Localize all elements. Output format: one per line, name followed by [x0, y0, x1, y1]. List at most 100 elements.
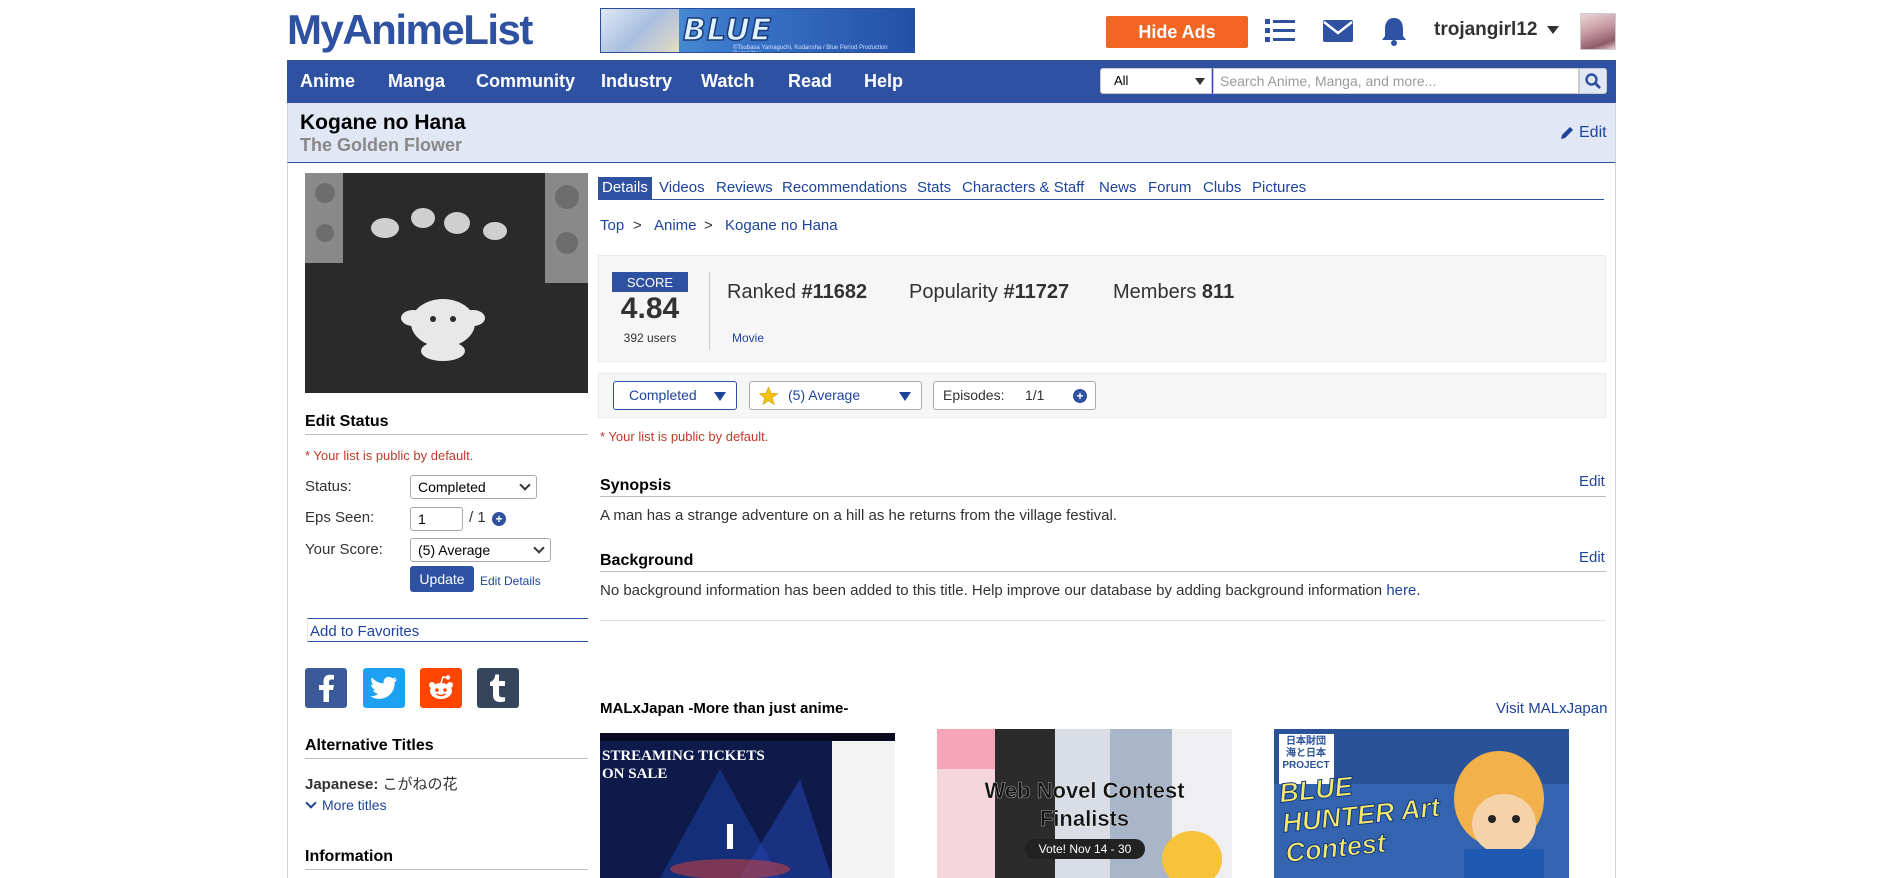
edit-label: Edit — [1579, 124, 1607, 141]
malxjapan-thumb-streaming[interactable]: STREAMING TICKETS ON SALE — [600, 729, 895, 878]
ranked-value: #11682 — [801, 281, 868, 303]
nav-industry[interactable]: Industry — [601, 60, 672, 103]
malxjapan-thumb-web-novel[interactable]: Web Novel Contest Finalists Vote! Nov 14… — [937, 729, 1232, 878]
popularity-value: #11727 — [1003, 281, 1070, 303]
tab-characters-staff[interactable]: Characters & Staff — [962, 177, 1084, 199]
status-select[interactable]: Completed — [410, 475, 537, 499]
breadcrumb-top[interactable]: Top — [600, 217, 624, 234]
japanese-label: Japanese: — [305, 776, 379, 793]
status-dropdown[interactable]: Completed — [613, 381, 737, 410]
more-titles-toggle[interactable]: More titles — [305, 797, 387, 813]
score-value[interactable]: 4.84 — [612, 292, 688, 326]
japanese-title: Japanese: こがねの花 — [305, 773, 458, 794]
page-border-right — [1615, 163, 1616, 878]
tab-stats[interactable]: Stats — [917, 177, 951, 199]
nav-read[interactable]: Read — [788, 60, 832, 103]
facebook-share-icon[interactable] — [305, 668, 347, 708]
divider — [305, 869, 588, 870]
twitter-share-icon[interactable] — [363, 668, 405, 708]
background-heading: Background — [600, 552, 694, 569]
score-dropdown-value: (5) Average — [788, 387, 861, 403]
breadcrumb-separator: > — [633, 217, 642, 234]
edit-title-button[interactable]: Edit — [1560, 124, 1607, 142]
synopsis-edit-link[interactable]: Edit — [1579, 473, 1605, 490]
background-edit-link[interactable]: Edit — [1579, 549, 1605, 566]
chevron-down-icon — [305, 797, 317, 809]
eps-total: / 1 — [469, 509, 486, 526]
visit-malxjapan-link[interactable]: Visit MALxJapan — [1496, 700, 1607, 717]
site-logo[interactable]: MyAnimeList — [287, 7, 533, 53]
public-list-note: * Your list is public by default. — [305, 448, 474, 463]
tab-recommendations[interactable]: Recommendations — [782, 177, 907, 199]
tab-details[interactable]: Details — [598, 177, 652, 199]
tab-reviews[interactable]: Reviews — [716, 177, 773, 199]
edit-details-link[interactable]: Edit Details — [480, 574, 541, 588]
background-text-block: No background information has been added… — [600, 582, 1421, 599]
star-icon — [759, 387, 778, 405]
page-border-left — [287, 163, 288, 878]
tab-clubs[interactable]: Clubs — [1203, 177, 1241, 199]
banner-copyright: ©Tsubasa Yamaguchi, Kodansha / Blue Peri… — [733, 45, 888, 52]
nav-manga[interactable]: Manga — [388, 60, 445, 103]
pencil-icon — [1561, 127, 1573, 139]
reddit-share-icon[interactable] — [420, 668, 462, 708]
bell-icon[interactable] — [1379, 14, 1409, 48]
add-to-favorites-link[interactable]: Add to Favorites — [310, 623, 419, 640]
background-text: No background information has been added… — [600, 582, 1387, 599]
web-novel-thumb-sub: Vote! Nov 14 - 30 — [1025, 839, 1145, 859]
search-button[interactable] — [1579, 68, 1607, 94]
avatar[interactable] — [1580, 13, 1616, 50]
synopsis-text: A man has a strange adventure on a hill … — [600, 507, 1117, 524]
update-button[interactable]: Update — [410, 566, 474, 592]
episodes-control[interactable]: Episodes: 1/1 + — [933, 381, 1096, 410]
tab-forum[interactable]: Forum — [1148, 177, 1191, 199]
search-category-value: All — [1114, 73, 1129, 88]
background-here-link[interactable]: here — [1386, 582, 1416, 599]
breadcrumb-current[interactable]: Kogane no Hana — [725, 217, 838, 234]
your-score-select[interactable]: (5) Average — [410, 538, 551, 562]
search-input[interactable]: Search Anime, Manga, and more... — [1213, 68, 1579, 94]
user-menu[interactable]: trojangirl12 — [1434, 19, 1559, 41]
tab-videos[interactable]: Videos — [659, 177, 705, 199]
background-text-end: . — [1416, 582, 1421, 599]
edit-status-heading: Edit Status — [305, 413, 389, 430]
media-type-link[interactable]: Movie — [732, 331, 764, 345]
list-icon[interactable] — [1263, 14, 1297, 48]
dropdown-arrow-icon — [1195, 78, 1205, 85]
members-label: Members — [1113, 281, 1197, 303]
hide-ads-button[interactable]: Hide Ads — [1106, 16, 1248, 48]
popularity-label: Popularity — [909, 281, 998, 303]
nav-help[interactable]: Help — [864, 60, 903, 103]
stats-box — [598, 255, 1606, 362]
breadcrumb-anime[interactable]: Anime — [654, 217, 697, 234]
divider — [600, 571, 1606, 572]
tumblr-share-icon[interactable] — [477, 668, 519, 708]
nav-anime[interactable]: Anime — [300, 60, 355, 103]
tab-pictures[interactable]: Pictures — [1252, 177, 1306, 199]
eps-seen-input[interactable]: 1 — [410, 507, 463, 531]
tab-underline — [598, 199, 1604, 200]
increment-eps-icon[interactable]: + — [492, 512, 506, 526]
malxjapan-thumb-blue-hunter[interactable]: 日本財団 海と日本 PROJECT BLUE HUNTER Art Contes… — [1274, 729, 1569, 878]
divider — [305, 434, 588, 435]
tab-news[interactable]: News — [1099, 177, 1137, 199]
members-stat[interactable]: Members 811 — [1113, 281, 1234, 304]
anime-poster[interactable] — [305, 173, 588, 393]
increment-episodes-icon[interactable]: + — [1073, 389, 1087, 403]
nav-watch[interactable]: Watch — [701, 60, 754, 103]
mail-icon[interactable] — [1320, 14, 1356, 48]
ad-banner[interactable]: BLUE PERIOD ©Tsubasa Yamaguchi, Kodansha… — [600, 8, 915, 53]
score-dropdown[interactable]: (5) Average — [749, 381, 922, 410]
streaming-thumb-text: STREAMING TICKETS ON SALE — [602, 748, 765, 782]
title-bar — [287, 103, 1616, 163]
ranked-stat[interactable]: Ranked #11682 — [727, 281, 867, 304]
japanese-value: こがねの花 — [382, 776, 458, 793]
ranked-label: Ranked — [727, 281, 796, 303]
status-select-value: Completed — [418, 479, 486, 495]
english-title: The Golden Flower — [300, 135, 463, 155]
nav-community[interactable]: Community — [476, 60, 575, 103]
page-title: Kogane no Hana — [300, 111, 466, 134]
popularity-stat[interactable]: Popularity #11727 — [909, 281, 1069, 304]
search-category-select[interactable]: All — [1100, 68, 1212, 94]
more-titles-label: More titles — [322, 797, 387, 813]
